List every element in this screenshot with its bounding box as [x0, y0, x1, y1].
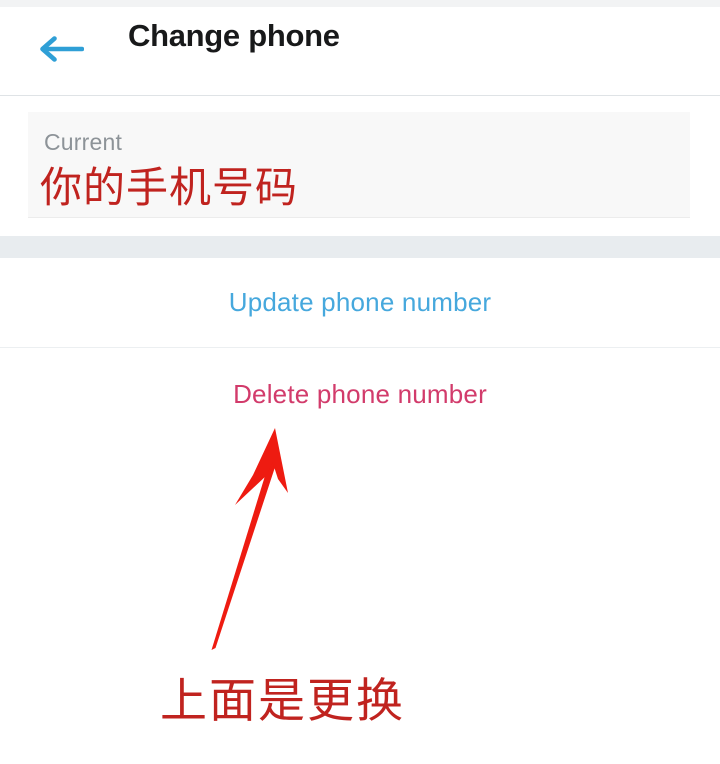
annotation-caption: 上面是更换 [160, 676, 405, 728]
delete-phone-number-button[interactable]: Delete phone number [0, 349, 720, 439]
current-phone-label: Current [44, 129, 123, 155]
app-header: Change phone [0, 7, 720, 96]
update-phone-number-button[interactable]: Update phone number [0, 258, 720, 348]
current-phone-field[interactable]: Current 你的手机号码 [28, 112, 690, 218]
section-separator-band [0, 236, 720, 258]
change-phone-screen: Change phone Current 你的手机号码 Update phone… [0, 0, 720, 764]
update-phone-number-label: Update phone number [228, 287, 492, 317]
page-title: Change phone [128, 18, 340, 53]
delete-phone-number-label: Delete phone number [233, 378, 487, 409]
hand-drawn-up-arrow-icon [175, 428, 325, 669]
annotation-arrow [175, 415, 325, 665]
top-status-strip [0, 0, 720, 7]
arrow-left-icon [38, 34, 84, 64]
back-button[interactable] [30, 23, 92, 75]
current-phone-value-annotation: 你的手机号码 [40, 166, 299, 212]
